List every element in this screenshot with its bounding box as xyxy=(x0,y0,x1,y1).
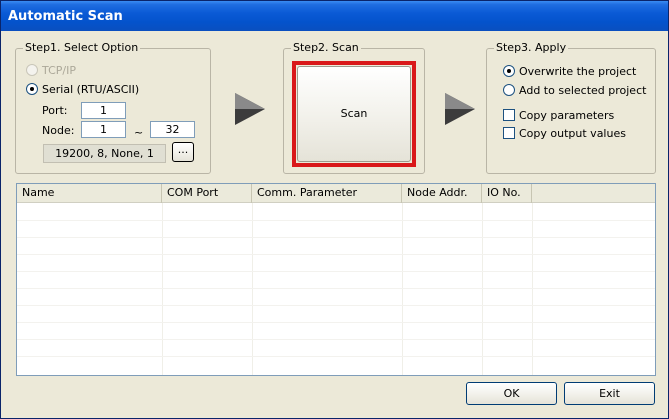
comm-params-display: 19200, 8, None, 1 xyxy=(43,144,166,163)
scan-results-table[interactable]: Name COM Port Comm. Parameter Node Addr.… xyxy=(16,183,656,376)
serial-radio[interactable] xyxy=(26,83,38,95)
grid-line xyxy=(17,254,655,255)
node-range-separator: ~ xyxy=(134,126,144,139)
step-arrow-icon xyxy=(235,93,265,125)
grid-line xyxy=(482,203,483,375)
copy-parameters-label: Copy parameters xyxy=(519,109,615,122)
grid-line xyxy=(17,356,655,357)
port-label: Port: xyxy=(42,104,68,117)
column-header-io-no[interactable]: IO No. xyxy=(482,184,532,203)
column-header-node-addr[interactable]: Node Addr. xyxy=(402,184,482,203)
grid-line xyxy=(17,288,655,289)
serial-label: Serial (RTU/ASCII) xyxy=(42,83,140,96)
port-field[interactable]: 1 xyxy=(81,102,126,119)
tcpip-label: TCP/IP xyxy=(42,64,76,77)
step3-label: Step3. Apply xyxy=(494,41,569,54)
column-header-comm-parameter[interactable]: Comm. Parameter xyxy=(252,184,402,203)
scan-button[interactable]: Scan xyxy=(297,66,411,162)
exit-button[interactable]: Exit xyxy=(564,382,655,405)
node-from-field[interactable]: 1 xyxy=(81,121,126,138)
grid-line xyxy=(17,237,655,238)
table-header: Name COM Port Comm. Parameter Node Addr.… xyxy=(17,184,655,203)
automatic-scan-dialog: Automatic Scan Step1. Select Option TCP/… xyxy=(0,0,669,419)
step1-label: Step1. Select Option xyxy=(23,41,141,54)
copy-output-values-checkbox[interactable] xyxy=(503,127,515,139)
step2-label: Step2. Scan xyxy=(291,41,361,54)
column-header-name[interactable]: Name xyxy=(17,184,162,203)
node-to-field[interactable]: 32 xyxy=(150,121,195,138)
grid-line xyxy=(17,339,655,340)
copy-output-values-label: Copy output values xyxy=(519,127,626,140)
node-label: Node: xyxy=(42,124,75,137)
grid-line xyxy=(162,203,163,375)
grid-line xyxy=(17,271,655,272)
column-header-com-port[interactable]: COM Port xyxy=(162,184,252,203)
copy-parameters-checkbox[interactable] xyxy=(503,109,515,121)
ok-button[interactable]: OK xyxy=(466,382,557,405)
grid-line xyxy=(17,220,655,221)
grid-line xyxy=(17,322,655,323)
overwrite-radio[interactable] xyxy=(503,65,515,77)
grid-line xyxy=(402,203,403,375)
comm-params-browse-button[interactable]: ... xyxy=(172,142,194,162)
step-arrow-icon xyxy=(445,93,475,125)
grid-line xyxy=(252,203,253,375)
title-bar: Automatic Scan xyxy=(1,1,668,31)
grid-line xyxy=(532,203,533,375)
add-to-project-label: Add to selected project xyxy=(519,84,647,97)
tcpip-radio[interactable] xyxy=(26,64,38,76)
grid-line xyxy=(17,305,655,306)
add-to-project-radio[interactable] xyxy=(503,84,515,96)
overwrite-label: Overwrite the project xyxy=(519,65,637,78)
